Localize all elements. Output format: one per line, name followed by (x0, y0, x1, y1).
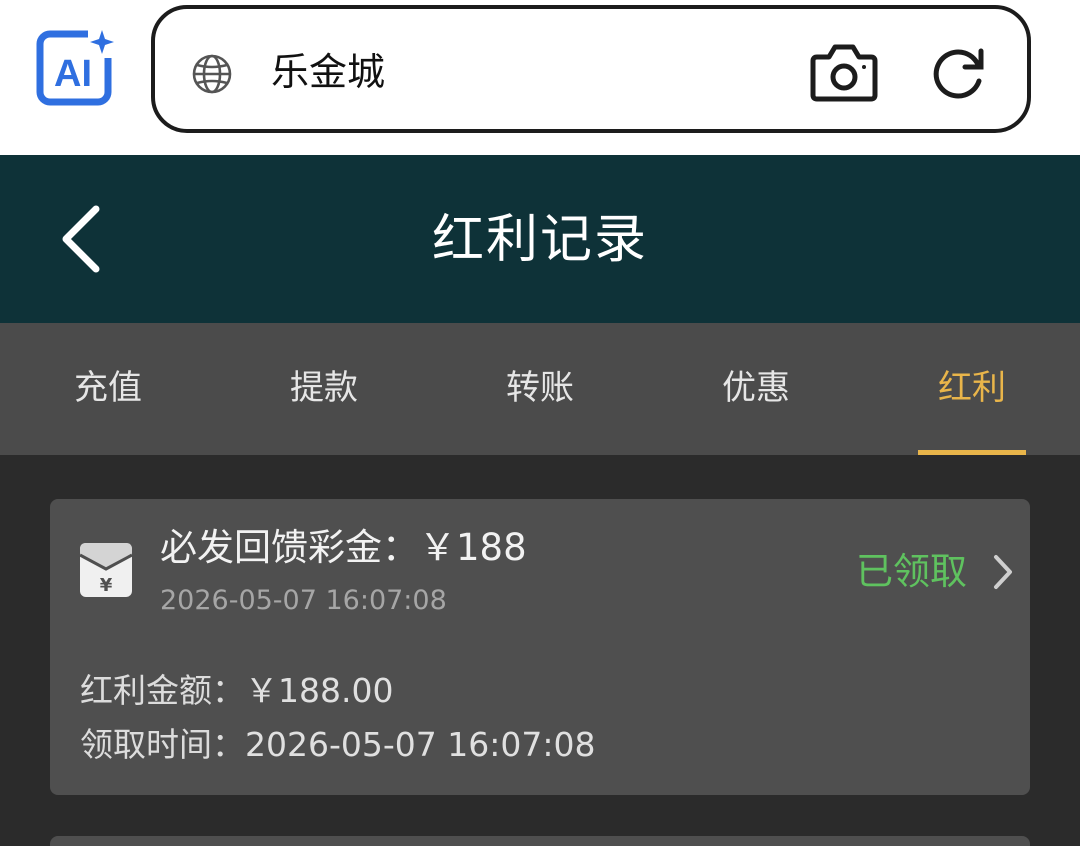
reload-icon[interactable] (929, 43, 989, 103)
tab-withdraw[interactable]: 提款 (216, 363, 432, 413)
active-tab-indicator (918, 450, 1026, 455)
app-header: 红利记录 (0, 155, 1080, 323)
next-record-card[interactable] (50, 836, 1030, 846)
record-time: 2026-05-07 16:07:08 (160, 585, 447, 616)
tab-bonus[interactable]: 红利 (864, 363, 1080, 413)
camera-icon[interactable] (809, 41, 879, 103)
svg-text:¥: ¥ (100, 575, 113, 596)
chevron-right-icon[interactable] (988, 553, 1016, 591)
claim-time-label: 领取时间： (80, 725, 245, 764)
claim-time-row: 领取时间：2026-05-07 16:07:08 (80, 723, 595, 767)
url-text[interactable]: 乐金城 (271, 47, 385, 97)
tab-transfer[interactable]: 转账 (432, 363, 648, 413)
page-title: 红利记录 (431, 210, 648, 270)
address-bar[interactable]: 乐金城 (151, 5, 1031, 133)
bonus-amount-row: 红利金额：￥188.00 (80, 669, 393, 713)
bonus-amount-label: 红利金额： (80, 671, 245, 710)
status-badge: 已领取 (856, 550, 967, 593)
record-tabs: 充值 提款 转账 优惠 红利 (0, 323, 1080, 455)
logo-text: AI (54, 53, 92, 95)
browser-bar: AI 乐金城 (0, 0, 1080, 155)
bonus-record-card[interactable]: ¥ 必发回馈彩金：￥188 2026-05-07 16:07:08 已领取 红利… (50, 499, 1030, 795)
tab-promotion[interactable]: 优惠 (648, 363, 864, 413)
ai-logo-icon[interactable]: AI (36, 28, 118, 108)
record-title: 必发回馈彩金：￥188 (160, 526, 527, 569)
tab-deposit[interactable]: 充值 (0, 363, 216, 413)
bonus-amount-value: ￥188.00 (245, 671, 394, 710)
red-envelope-icon: ¥ (78, 541, 134, 599)
globe-icon (191, 53, 233, 95)
claim-time-value: 2026-05-07 16:07:08 (245, 725, 596, 764)
